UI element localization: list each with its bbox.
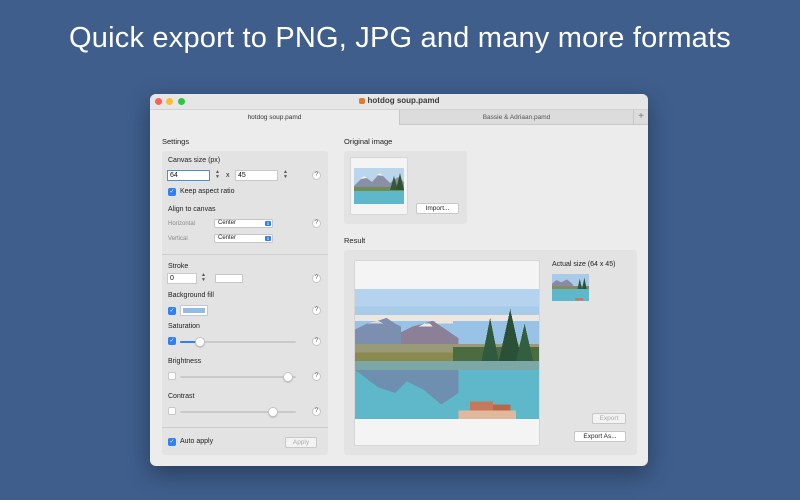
brightness-slider-knob[interactable] bbox=[283, 372, 293, 382]
brightness-checkbox[interactable]: ✓ bbox=[168, 372, 176, 380]
brightness-label: Brightness bbox=[168, 358, 202, 365]
result-panel: Actual size (64 x 45) Export Export As..… bbox=[344, 250, 637, 455]
canvas-size-separator: x bbox=[226, 172, 230, 179]
stroke-width-stepper[interactable]: ▲ ▼ bbox=[200, 273, 207, 284]
tab-hotdog-soup[interactable]: hotdog soup.pamd bbox=[150, 110, 399, 125]
auto-apply-checkbox[interactable]: ✓ bbox=[168, 438, 176, 446]
popup-arrows-icon: ⇕ bbox=[265, 221, 271, 226]
popup-arrows-icon: ⇕ bbox=[265, 236, 271, 241]
align-help-button[interactable]: ? bbox=[312, 219, 321, 228]
tab-bassie-adriaan[interactable]: Bassie & Adriaan.pamd bbox=[399, 110, 633, 125]
contrast-checkbox[interactable]: ✓ bbox=[168, 407, 176, 415]
canvas-height-input[interactable]: 45 bbox=[235, 170, 278, 181]
saturation-checkbox[interactable]: ✓ bbox=[168, 337, 176, 345]
keep-aspect-label: Keep aspect ratio bbox=[180, 188, 235, 195]
checkmark-icon: ✓ bbox=[169, 308, 175, 314]
canvas-width-input[interactable]: 64 bbox=[167, 170, 210, 181]
vertical-label: Vertical bbox=[168, 236, 188, 242]
original-image-panel: Import... bbox=[344, 151, 467, 224]
brightness-help-button[interactable]: ? bbox=[312, 372, 321, 381]
original-image-thumbnail bbox=[354, 168, 404, 204]
settings-title: Settings bbox=[162, 137, 190, 146]
horizontal-label: Horizontal bbox=[168, 221, 196, 227]
import-button[interactable]: Import... bbox=[416, 203, 459, 214]
original-image-well[interactable] bbox=[350, 157, 408, 215]
background-fill-color-swatch bbox=[183, 308, 205, 313]
contrast-help-button[interactable]: ? bbox=[312, 407, 321, 416]
window-title: hotdog soup.pamd bbox=[150, 96, 648, 105]
contrast-slider-knob[interactable] bbox=[268, 407, 278, 417]
checkmark-icon: ✓ bbox=[169, 189, 175, 195]
vertical-align-select[interactable]: Center ⇕ bbox=[214, 234, 273, 243]
stroke-color-well[interactable] bbox=[215, 274, 243, 283]
keep-aspect-checkbox[interactable]: ✓ bbox=[168, 188, 176, 196]
saturation-label: Saturation bbox=[168, 323, 200, 330]
actual-size-label: Actual size (64 x 45) bbox=[552, 261, 616, 268]
contrast-slider[interactable] bbox=[180, 407, 296, 417]
checkmark-icon: ✓ bbox=[169, 439, 175, 445]
export-button[interactable]: Export bbox=[592, 413, 626, 424]
align-canvas-label: Align to canvas bbox=[168, 206, 216, 213]
brightness-slider[interactable] bbox=[180, 372, 296, 382]
horizontal-align-value: Center bbox=[218, 220, 237, 226]
horizontal-align-select[interactable]: Center ⇕ bbox=[214, 219, 273, 228]
marketing-headline: Quick export to PNG, JPG and many more f… bbox=[69, 22, 731, 54]
vertical-align-value: Center bbox=[218, 235, 237, 241]
background-fill-label: Background fill bbox=[168, 292, 214, 299]
document-icon bbox=[358, 98, 365, 104]
checkmark-icon: ✓ bbox=[169, 338, 175, 344]
new-tab-button[interactable]: + bbox=[633, 110, 648, 125]
settings-panel: Canvas size (px) 64 ▲ ▼ x 45 ▲ ▼ ? ✓ Keep … bbox=[162, 151, 328, 455]
canvas-width-stepper[interactable]: ▲ ▼ bbox=[214, 170, 221, 181]
export-as-button[interactable]: Export As... bbox=[574, 431, 626, 442]
checkmark-icon: ✓ bbox=[169, 409, 174, 415]
background-fill-color-well[interactable] bbox=[180, 305, 208, 316]
stroke-help-button[interactable]: ? bbox=[312, 274, 321, 283]
result-title: Result bbox=[344, 236, 366, 245]
app-window: hotdog soup.pamd hotdog soup.pamd Bassie… bbox=[150, 94, 648, 466]
original-image-title: Original image bbox=[344, 137, 393, 146]
result-preview-image bbox=[355, 289, 539, 419]
saturation-slider-knob[interactable] bbox=[195, 337, 205, 347]
window-title-text: hotdog soup.pamd bbox=[367, 96, 440, 105]
apply-button[interactable]: Apply bbox=[285, 437, 317, 448]
background-fill-help-button[interactable]: ? bbox=[312, 306, 321, 315]
saturation-help-button[interactable]: ? bbox=[312, 337, 321, 346]
title-bar: hotdog soup.pamd bbox=[150, 94, 648, 110]
canvas-height-stepper[interactable]: ▲ ▼ bbox=[282, 170, 289, 181]
canvas-size-help-button[interactable]: ? bbox=[312, 171, 321, 180]
background-fill-checkbox[interactable]: ✓ bbox=[168, 307, 176, 315]
tab-bar: hotdog soup.pamd Bassie & Adriaan.pamd + bbox=[150, 110, 648, 125]
checkmark-icon: ✓ bbox=[169, 374, 174, 380]
saturation-slider[interactable] bbox=[180, 337, 296, 347]
canvas-size-label: Canvas size (px) bbox=[168, 157, 221, 164]
result-preview-well bbox=[354, 260, 540, 446]
stroke-color-swatch bbox=[218, 277, 240, 280]
stepper-down-icon: ▼ bbox=[283, 174, 288, 180]
settings-divider bbox=[162, 254, 328, 255]
settings-divider bbox=[162, 427, 328, 428]
actual-size-thumbnail bbox=[552, 274, 589, 301]
stroke-width-input[interactable]: 0 bbox=[167, 273, 197, 284]
stepper-down-icon: ▼ bbox=[215, 174, 220, 180]
stepper-down-icon: ▼ bbox=[201, 277, 206, 283]
auto-apply-label: Auto apply bbox=[180, 438, 214, 445]
contrast-label: Contrast bbox=[168, 393, 195, 400]
stroke-label: Stroke bbox=[168, 263, 189, 270]
